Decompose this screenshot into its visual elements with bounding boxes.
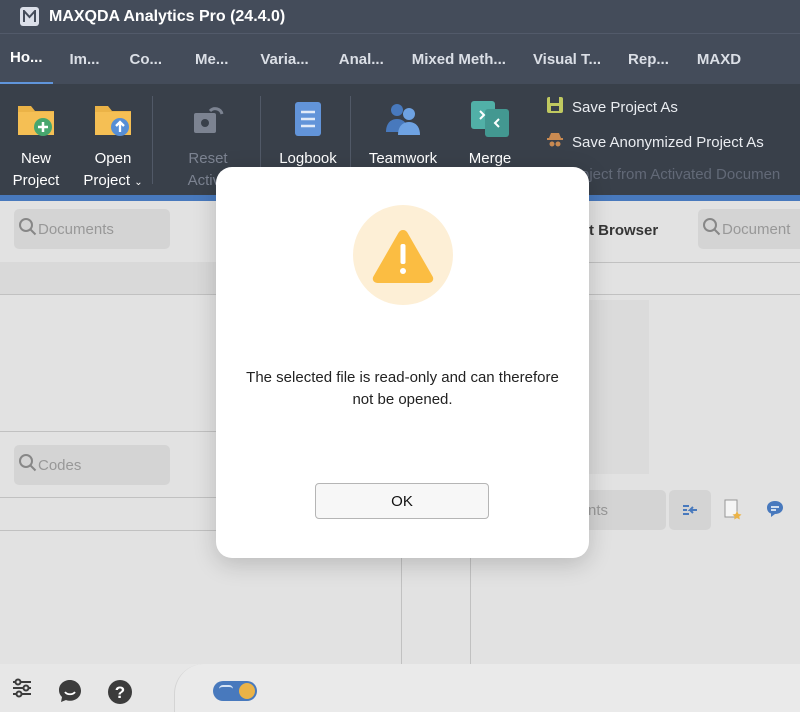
ok-button[interactable]: OK bbox=[315, 483, 489, 519]
warning-icon bbox=[372, 230, 434, 283]
dialog-message: The selected file is read-only and can t… bbox=[246, 369, 559, 408]
read-only-dialog: The selected file is read-only and can t… bbox=[216, 167, 589, 558]
warning-icon-circle bbox=[353, 205, 453, 305]
